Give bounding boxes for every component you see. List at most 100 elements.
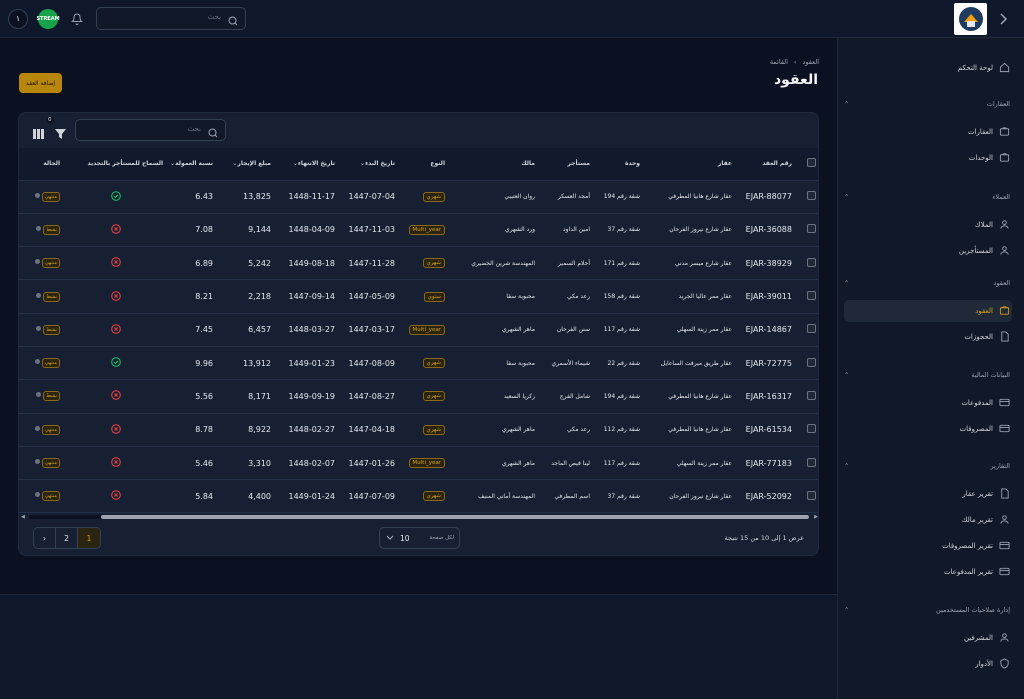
view-icon[interactable]: [34, 425, 40, 431]
sidebar-item[interactable]: تقرير المدفوعات: [844, 561, 1012, 583]
view-icon[interactable]: [36, 325, 42, 331]
contract-number[interactable]: EJAR-77183: [736, 446, 796, 481]
contract-number[interactable]: EJAR-16317: [736, 379, 796, 414]
sidebar-item[interactable]: المستأجرين: [844, 240, 1012, 262]
type-badge: شهري: [422, 358, 445, 369]
view-icon[interactable]: [36, 392, 42, 398]
sidebar-item[interactable]: لوحة التحكم: [844, 57, 1012, 79]
contract-number[interactable]: EJAR-36088: [736, 213, 796, 248]
row-checkbox[interactable]: [796, 446, 818, 481]
sidebar-group-header[interactable]: ⌃ العقارات: [844, 100, 1010, 108]
col-owner[interactable]: مالك: [449, 148, 539, 181]
sidebar-item[interactable]: الملاك: [844, 214, 1012, 236]
row-checkbox[interactable]: [796, 279, 818, 314]
sidebar-item[interactable]: المدفوعات: [844, 392, 1012, 414]
col-unit[interactable]: وحدة: [594, 148, 644, 181]
breadcrumb-contracts[interactable]: العقود: [803, 58, 819, 66]
horizontal-scrollbar[interactable]: ◀ ▶: [21, 513, 818, 521]
table-row[interactable]: EJAR-36088 عقار شارع نيروز الفرحان شقة رقم…: [19, 213, 818, 248]
contract-number[interactable]: EJAR-72775: [736, 346, 796, 381]
view-icon[interactable]: [34, 359, 40, 365]
contract-number[interactable]: EJAR-88077: [736, 180, 796, 214]
contract-number[interactable]: EJAR-38929: [736, 246, 796, 281]
view-icon[interactable]: [36, 225, 42, 231]
bell-icon[interactable]: [68, 10, 86, 28]
add-contract-button[interactable]: إضافة العقد: [19, 73, 62, 93]
sidebar-group-header[interactable]: ⌃ البيانات المالية: [844, 371, 1010, 379]
row-checkbox[interactable]: [796, 246, 818, 281]
chevron-up-icon: ⌃: [844, 193, 850, 201]
select-all-checkbox[interactable]: [796, 148, 818, 181]
row-checkbox[interactable]: [796, 313, 818, 347]
table-row[interactable]: EJAR-14867 عقار ممر زينة السهلي شقة رقم 11…: [19, 313, 818, 347]
sidebar-item[interactable]: المشرفين: [844, 627, 1012, 649]
view-icon[interactable]: [34, 192, 40, 198]
sidebar-item[interactable]: المصروفات: [844, 418, 1012, 440]
chevron-right-icon[interactable]: [998, 11, 1008, 30]
global-search-input[interactable]: بحث: [96, 7, 246, 30]
contract-number[interactable]: EJAR-39011: [736, 279, 796, 314]
table-row[interactable]: EJAR-39011 عقار ممر عاليا الجريد شقة رقم 1…: [19, 279, 818, 314]
table-row[interactable]: EJAR-61534 عقار شارع هانيا المطرفي شقة رقم…: [19, 413, 818, 447]
col-allow-renewal[interactable]: السماح للمستأجر بالتجديد: [64, 148, 167, 181]
table-row[interactable]: EJAR-72775 عقار طريق ميرفت الساعايل شقة رق…: [19, 346, 818, 381]
x-circle-icon: [110, 290, 121, 303]
row-checkbox[interactable]: [796, 213, 818, 248]
col-status[interactable]: الحالة: [19, 148, 64, 181]
table-search-input[interactable]: بحث: [75, 119, 226, 141]
contract-number[interactable]: EJAR-14867: [736, 313, 796, 347]
renewal-cell: [64, 346, 167, 381]
sidebar-group-header[interactable]: ⌃ التقارير: [844, 462, 1010, 470]
row-checkbox[interactable]: [796, 180, 818, 214]
scroll-right-icon[interactable]: ▶: [814, 514, 818, 520]
pagination: › 2 1: [33, 527, 101, 549]
sidebar-group-header[interactable]: ⌃ العقود: [844, 279, 1010, 287]
app-logo[interactable]: [954, 3, 987, 35]
contract-number[interactable]: EJAR-52092: [736, 479, 796, 514]
row-checkbox[interactable]: [796, 479, 818, 514]
col-tenant[interactable]: مستأجر: [539, 148, 594, 181]
sidebar-item[interactable]: تقرير عقار: [844, 483, 1012, 505]
view-icon[interactable]: [34, 492, 40, 498]
sidebar-group-header[interactable]: ⌃ العملاء: [844, 193, 1010, 201]
table-row[interactable]: EJAR-16317 عقار شارع هانيا المطرفي شقة رقم…: [19, 379, 818, 414]
scroll-thumb[interactable]: [101, 515, 809, 519]
language-flag[interactable]: STREAM: [36, 8, 60, 29]
col-rent[interactable]: مبلغ الإيجار⌄: [217, 148, 275, 181]
table-row[interactable]: EJAR-52092 عقار شارع نيروز الفرحان شقة رقم…: [19, 479, 818, 514]
page-2-button[interactable]: 2: [56, 528, 78, 548]
user-avatar[interactable]: ١: [8, 8, 28, 29]
table-row[interactable]: EJAR-38929 عقار شارع ميسر مدني شقة رقم 171…: [19, 246, 818, 281]
view-icon[interactable]: [36, 292, 42, 298]
col-commission[interactable]: نسبة العمولة⌄: [167, 148, 217, 181]
filter-icon[interactable]: [55, 124, 66, 143]
col-property[interactable]: عقار: [644, 148, 736, 181]
sidebar-item[interactable]: تقرير المصروفات: [844, 535, 1012, 557]
per-page-select[interactable]: 10 لكل صفحة: [379, 527, 460, 549]
table-row[interactable]: EJAR-77183 عقار ممر زينة السهلي شقة رقم 11…: [19, 446, 818, 481]
sidebar-item[interactable]: الوحدات: [844, 147, 1012, 169]
owner-name: المهندسة شرين الخضيري: [449, 246, 539, 281]
sidebar-item[interactable]: العقارات: [844, 121, 1012, 143]
page-1-button[interactable]: 1: [78, 528, 100, 548]
status-cell: منتهي: [19, 246, 64, 281]
sidebar-item[interactable]: الحجوزات: [844, 326, 1012, 348]
columns-icon[interactable]: [33, 124, 44, 143]
table-row[interactable]: EJAR-88077 عقار شارع هانيا المطرفي شقة رقم…: [19, 180, 818, 214]
row-checkbox[interactable]: [796, 346, 818, 381]
row-checkbox[interactable]: [796, 379, 818, 414]
contract-number[interactable]: EJAR-61534: [736, 413, 796, 447]
sidebar-item[interactable]: العقود: [844, 300, 1012, 322]
col-contract-number[interactable]: رقم العقد: [736, 148, 796, 181]
next-page-icon[interactable]: ›: [34, 528, 56, 548]
sidebar-group-header[interactable]: ⌃ إدارة صلاحيات المستخدمين: [844, 606, 1010, 614]
col-start-date[interactable]: تاريخ البدء⌄: [339, 148, 399, 181]
scroll-left-icon[interactable]: ◀: [21, 514, 25, 520]
view-icon[interactable]: [34, 259, 40, 265]
view-icon[interactable]: [34, 459, 40, 465]
col-type[interactable]: النوع: [399, 148, 449, 181]
sidebar-item[interactable]: تقرير مالك: [844, 509, 1012, 531]
row-checkbox[interactable]: [796, 413, 818, 447]
col-end-date[interactable]: تاريخ الانتهاء⌄: [275, 148, 339, 181]
sidebar-item[interactable]: الأدوار: [844, 653, 1012, 675]
